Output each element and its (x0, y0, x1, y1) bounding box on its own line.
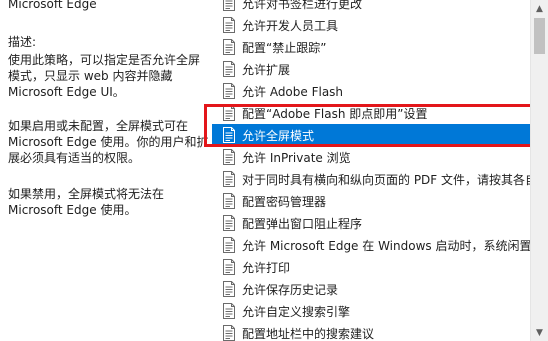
policy-list-item-label: 允许 Adobe Flash (242, 84, 344, 99)
policy-list-item[interactable]: 允许全屏模式 (212, 124, 530, 146)
policy-list-item-label: 允许 Microsoft Edge 在 Windows 启动时，系统闲置 (242, 238, 530, 253)
description-app-name: Microsoft Edge (8, 0, 97, 11)
policy-setting-icon (222, 17, 236, 33)
description-text-line: Microsoft Edge 使用。你的用户和扩 (8, 135, 208, 149)
policy-list-item[interactable]: 配置地址栏中的搜索建议 (212, 322, 530, 341)
policy-list-item-label: 配置“禁止跟踪” (242, 40, 327, 55)
policy-list-item[interactable]: 配置“Adobe Flash 即点即用”设置 (212, 102, 530, 124)
policy-list-item[interactable]: 配置密码管理器 (212, 190, 530, 212)
scroll-thumb[interactable] (534, 18, 545, 54)
policy-list-item[interactable]: 对于同时具有横向和纵向页面的 PDF 文件，请按其各自 (212, 168, 530, 190)
policy-setting-icon (222, 127, 236, 143)
policy-list-item[interactable]: 允许对书签栏进行更改 (212, 0, 530, 14)
policy-list-item-label: 允许开发人员工具 (242, 18, 339, 33)
policy-setting-icon (222, 281, 236, 297)
policy-setting-icon (222, 325, 236, 341)
policy-setting-icon (222, 105, 236, 121)
policy-list-item[interactable]: 允许 Microsoft Edge 在 Windows 启动时，系统闲置 (212, 234, 530, 256)
policy-list-item-label: 允许自定义搜索引擎 (242, 304, 351, 319)
policy-setting-icon (222, 0, 236, 11)
policy-list-item[interactable]: 允许打印 (212, 256, 530, 278)
policy-list-item-label: 允许全屏模式 (242, 128, 315, 143)
policy-list-item-label: 允许扩展 (242, 62, 291, 77)
policy-setting-icon (222, 61, 236, 77)
policy-setting-icon (222, 83, 236, 99)
vertical-scrollbar[interactable]: ▲ ▼ (530, 0, 548, 341)
policy-list-item-label: 配置地址栏中的搜索建议 (242, 326, 375, 341)
scroll-up-icon[interactable]: ▲ (531, 0, 548, 17)
description-text-line: Microsoft Edge 使用。 (8, 203, 137, 217)
policy-list-item-label: 配置“Adobe Flash 即点即用”设置 (242, 106, 428, 121)
policy-list-item[interactable]: 配置弹出窗口阻止程序 (212, 212, 530, 234)
description-text-line: 展必须具有适当的权限。 (8, 151, 141, 165)
policy-setting-icon (222, 39, 236, 55)
description-text-line: 模式，只显示 web 内容并隐藏 (8, 69, 173, 83)
description-text-line: 使用此策略，可以指定是否允许全屏 (8, 53, 201, 67)
policy-list: 允许对书签栏进行更改允许开发人员工具 配置“禁止跟踪” 允许扩展允许 Adobe F… (212, 0, 530, 341)
policy-list-item-label: 配置密码管理器 (242, 194, 327, 209)
scroll-down-icon[interactable]: ▼ (531, 324, 548, 341)
policy-setting-icon (222, 193, 236, 209)
policy-list-item-label: 允许打印 (242, 260, 291, 275)
description-text-line: 如果禁用，全屏模式将无法在 (8, 187, 165, 201)
policy-list-item[interactable]: 允许 InPrivate 浏览 (212, 146, 530, 168)
description-text-line: Microsoft Edge UI。 (8, 85, 125, 99)
policy-setting-icon (222, 215, 236, 231)
policy-list-item[interactable]: 允许 Adobe Flash (212, 80, 530, 102)
description-text-line: 如果启用或未配置，全屏模式可在 (8, 119, 189, 133)
policy-list-item-label: 配置弹出窗口阻止程序 (242, 216, 363, 231)
description-pane: Microsoft Edge 描述: 使用此策略，可以指定是否允许全屏 模式，只… (0, 0, 208, 341)
policy-setting-icon (222, 237, 236, 253)
policy-list-item[interactable]: 允许保存历史记录 (212, 278, 530, 300)
policy-list-item-label: 允许保存历史记录 (242, 282, 339, 297)
policy-setting-icon (222, 171, 236, 187)
policy-list-item[interactable]: 配置“禁止跟踪” (212, 36, 530, 58)
policy-list-item-label: 允许对书签栏进行更改 (242, 0, 363, 11)
policy-setting-icon (222, 259, 236, 275)
policy-list-item[interactable]: 允许自定义搜索引擎 (212, 300, 530, 322)
description-heading: 描述: (8, 35, 37, 49)
policy-list-item[interactable]: 允许开发人员工具 (212, 14, 530, 36)
policy-list-item-label: 允许 InPrivate 浏览 (242, 150, 351, 165)
policy-setting-icon (222, 149, 236, 165)
policy-list-item-label: 对于同时具有横向和纵向页面的 PDF 文件，请按其各自 (242, 172, 530, 187)
policy-list-item[interactable]: 允许扩展 (212, 58, 530, 80)
policy-setting-icon (222, 303, 236, 319)
